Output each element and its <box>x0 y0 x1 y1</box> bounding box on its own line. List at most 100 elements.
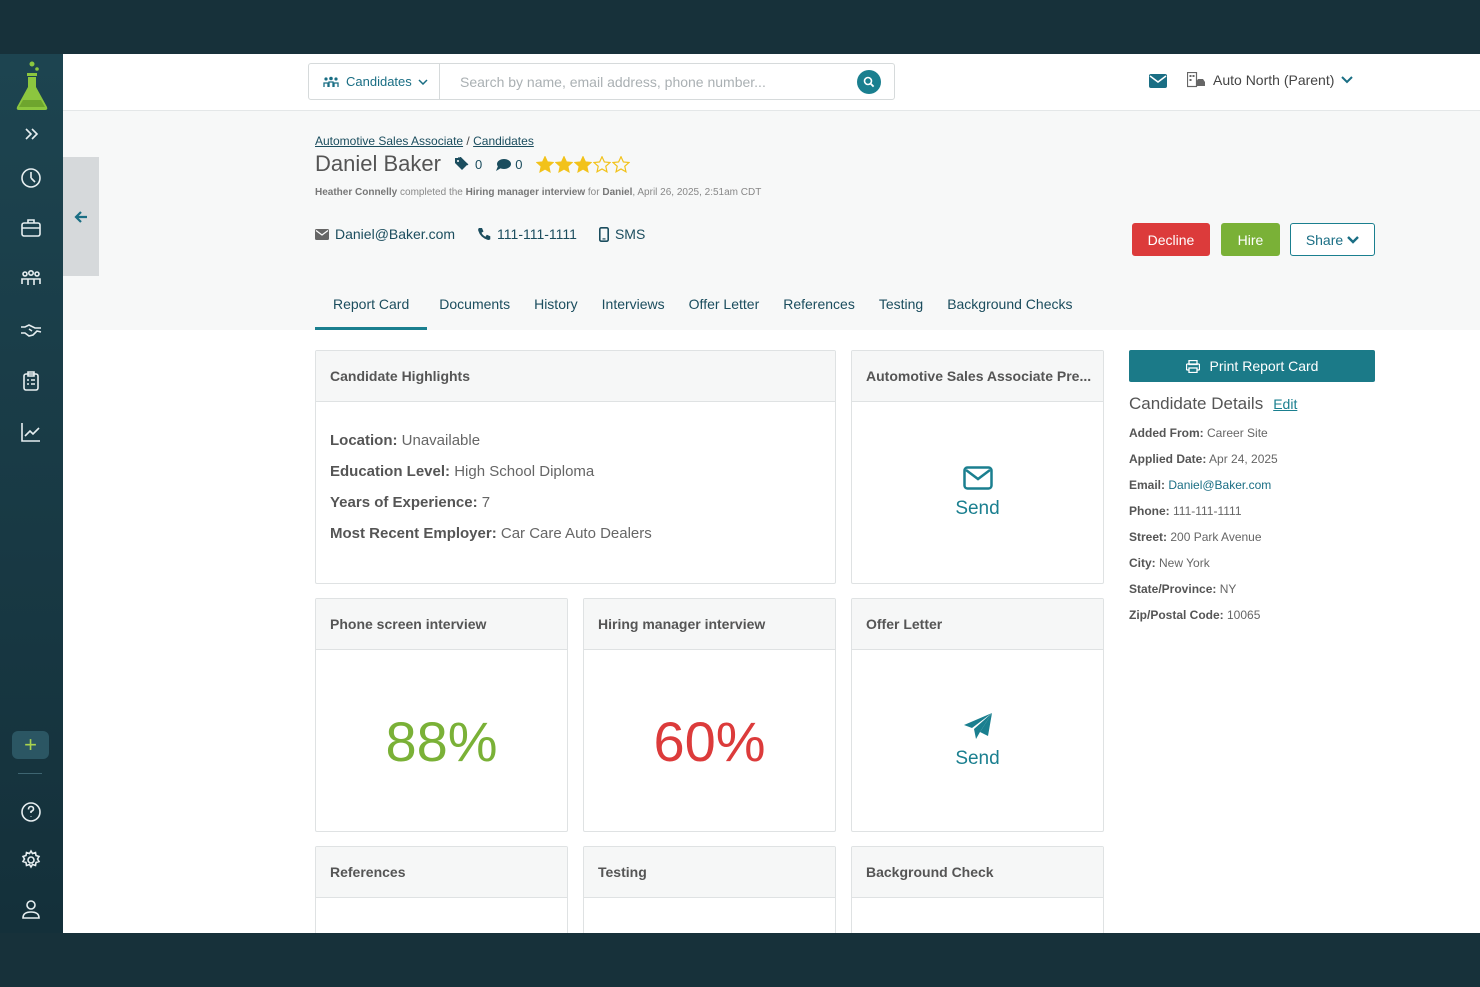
search-input[interactable] <box>440 64 894 99</box>
share-button[interactable]: Share <box>1290 223 1375 256</box>
star-filled-icon[interactable] <box>536 155 555 173</box>
phone-contact[interactable]: 111-111-1111 <box>477 226 577 242</box>
detail-value: New York <box>1155 556 1210 570</box>
help-question-icon[interactable] <box>17 798 45 826</box>
candidates-group-icon <box>323 76 339 87</box>
search-button[interactable] <box>857 70 881 94</box>
dashboard-gauge-icon[interactable] <box>17 164 45 192</box>
detail-label: Email: <box>1129 478 1166 492</box>
envelope-icon <box>315 228 329 240</box>
organization-switcher[interactable]: Auto North (Parent) <box>1187 72 1354 88</box>
envelope-outline-icon <box>962 466 993 490</box>
detail-label: City: <box>1129 556 1156 570</box>
email-contact[interactable]: Daniel@Baker.com <box>315 226 455 242</box>
card-title: Hiring manager interview <box>584 599 835 650</box>
hiring-manager-card[interactable]: Hiring manager interview 60% <box>583 598 836 832</box>
offer-letter-send-action[interactable]: Send <box>852 650 1103 831</box>
background-check-card: Background Check <box>851 846 1104 933</box>
highlight-item: Years of Experience: 7 <box>330 494 821 511</box>
sidebar: + <box>0 54 63 933</box>
breadcrumb-candidates-link[interactable]: Candidates <box>473 134 534 148</box>
tasks-clipboard-icon[interactable] <box>17 367 45 395</box>
detail-label: Applied Date: <box>1129 452 1207 466</box>
detail-row: Street: 200 Park Avenue <box>1129 530 1389 544</box>
highlight-label: Education Level: <box>330 463 451 480</box>
candidate-name-row: Daniel Baker 0 0 <box>315 151 631 177</box>
add-new-plus-button[interactable]: + <box>12 731 49 759</box>
comments-count: 0 <box>515 156 523 172</box>
highlight-item: Location: Unavailable <box>330 432 821 449</box>
highlight-label: Location: <box>330 432 398 449</box>
candidate-name: Daniel Baker <box>315 151 441 176</box>
dealership-building-car-icon <box>1187 72 1205 88</box>
tab-report-card[interactable]: Report Card <box>315 291 428 330</box>
search-scope-label: Candidates <box>346 74 412 89</box>
messages-envelope-icon[interactable] <box>1149 74 1167 93</box>
detail-value: 200 Park Avenue <box>1167 530 1262 544</box>
card-title: Offer Letter <box>852 599 1103 650</box>
app-logo-flask-icon[interactable] <box>14 60 50 112</box>
hire-button[interactable]: Hire <box>1221 223 1280 256</box>
detail-row: Email: Daniel@Baker.com <box>1129 478 1389 492</box>
detail-value: Apr 24, 2025 <box>1206 452 1278 466</box>
edit-details-link[interactable]: Edit <box>1273 396 1297 412</box>
tab-interviews[interactable]: Interviews <box>590 291 677 330</box>
candidates-people-icon[interactable] <box>17 265 45 293</box>
share-label: Share <box>1305 231 1344 248</box>
detail-row: Zip/Postal Code: 10065 <box>1129 608 1389 622</box>
comments-counter[interactable]: 0 <box>496 157 522 172</box>
paper-plane-icon <box>963 713 992 739</box>
tab-offer-letter[interactable]: Offer Letter <box>677 291 772 330</box>
onboarding-handshake-icon[interactable] <box>17 316 45 344</box>
comment-bubble-icon <box>496 158 512 171</box>
tab-history[interactable]: History <box>522 291 590 330</box>
activity-actor: Heather Connelly <box>315 187 398 198</box>
expand-sidebar-icon[interactable] <box>17 120 45 148</box>
detail-email-link[interactable]: Daniel@Baker.com <box>1165 478 1271 492</box>
detail-value: 10065 <box>1223 608 1261 622</box>
highlight-value: High School Diploma <box>450 463 595 480</box>
chevron-down-icon <box>1341 76 1354 84</box>
settings-gear-icon[interactable] <box>17 846 45 874</box>
card-title: Testing <box>584 847 835 898</box>
references-card: References <box>315 846 568 933</box>
details-header: Candidate Details Edit <box>1129 394 1389 414</box>
search-bar: Candidates <box>308 63 895 100</box>
search-scope-dropdown[interactable]: Candidates <box>309 64 440 99</box>
highlight-label: Years of Experience: <box>330 494 478 511</box>
decline-button[interactable]: Decline <box>1132 223 1210 256</box>
tab-background-checks[interactable]: Background Checks <box>935 291 1084 330</box>
prescreen-send-action[interactable]: Send <box>852 402 1103 583</box>
user-profile-icon[interactable] <box>17 895 45 923</box>
detail-row: Added From: Career Site <box>1129 426 1389 440</box>
star-empty-icon[interactable] <box>612 155 631 173</box>
candidate-rating[interactable] <box>536 155 631 173</box>
star-filled-icon[interactable] <box>574 155 593 173</box>
candidate-tabs: Report Card Documents History Interviews Off… <box>315 291 1084 330</box>
tab-documents[interactable]: Documents <box>427 291 522 330</box>
breadcrumb-job-link[interactable]: Automotive Sales Associate <box>315 134 463 148</box>
star-filled-icon[interactable] <box>555 155 574 173</box>
star-empty-icon[interactable] <box>593 155 612 173</box>
activity-action: Hiring manager interview <box>465 187 586 198</box>
phone-screen-card[interactable]: Phone screen interview 88% <box>315 598 568 832</box>
detail-label: Added From: <box>1129 426 1204 440</box>
sms-contact[interactable]: SMS <box>598 226 646 242</box>
detail-label: Phone: <box>1129 504 1170 518</box>
tags-counter[interactable]: 0 <box>454 157 482 172</box>
print-report-card-button[interactable]: Print Report Card <box>1129 350 1375 382</box>
tab-testing[interactable]: Testing <box>867 291 935 330</box>
reports-chart-icon[interactable] <box>17 418 45 446</box>
tab-references[interactable]: References <box>771 291 867 330</box>
candidate-highlights-card: Candidate Highlights Location: Unavailab… <box>315 350 836 584</box>
highlight-value: 7 <box>477 494 491 511</box>
search-icon <box>863 76 875 88</box>
hiring-manager-score: 60% <box>653 709 766 773</box>
card-title: Candidate Highlights <box>316 351 835 402</box>
sms-label: SMS <box>614 226 646 242</box>
card-title: References <box>316 847 567 898</box>
phone-screen-score: 88% <box>385 709 498 773</box>
send-label: Send <box>955 748 1000 769</box>
jobs-briefcase-icon[interactable] <box>17 214 45 242</box>
collapse-panel-toggle[interactable] <box>63 157 99 276</box>
